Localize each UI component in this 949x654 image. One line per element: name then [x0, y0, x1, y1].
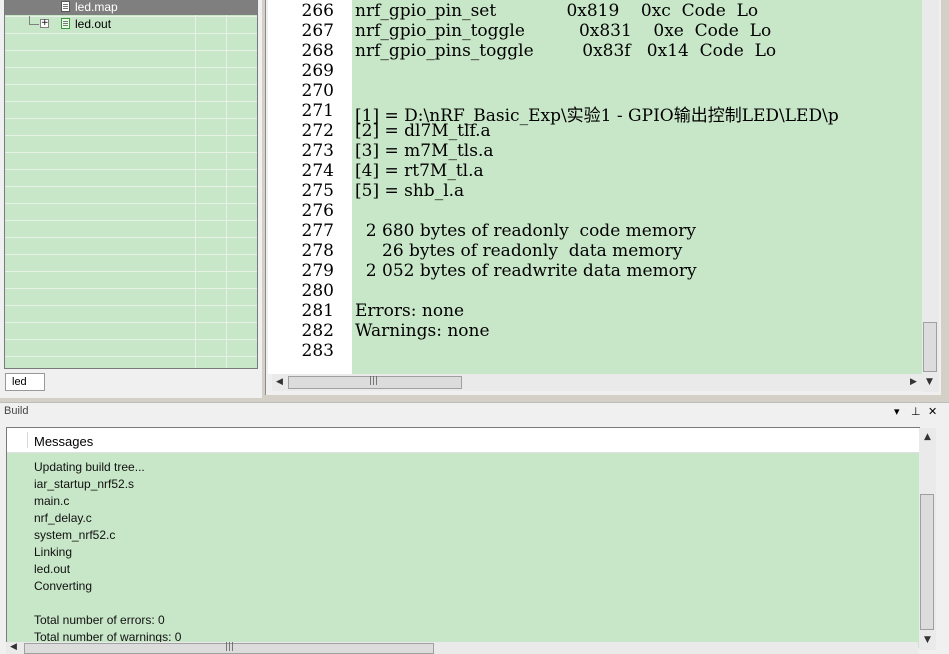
build-message[interactable]: Total number of errors: 0: [34, 613, 165, 627]
line-number: 267: [301, 21, 334, 41]
line-number: 275: [301, 181, 334, 201]
tree-item-label: led.out: [75, 17, 112, 31]
arrow-down-icon: ▼: [924, 635, 931, 645]
code-line: 2 052 bytes of readwrite data memory: [355, 261, 697, 281]
workspace-panel: led.map + led.out led: [0, 0, 262, 398]
tree-grid: [5, 0, 257, 368]
code-line: Errors: none: [355, 301, 465, 321]
editor-vertical-scrollbar[interactable]: [922, 0, 939, 374]
line-number: 272: [301, 121, 334, 141]
build-vscroll-thumb[interactable]: [920, 494, 934, 630]
tree-item-led-out[interactable]: + led.out: [5, 16, 257, 32]
code-line: nrf_gpio_pin_toggle 0x831 0xe Code Lo: [355, 21, 772, 41]
tree-item-label: led.map: [75, 0, 118, 14]
editor-hscroll-thumb[interactable]: |||: [288, 376, 462, 389]
line-number: 276: [301, 201, 334, 221]
line-number: 274: [301, 161, 334, 181]
tree-column-divider: [195, 0, 196, 368]
tree-column-divider: [226, 0, 227, 368]
code-line: 2 680 bytes of readonly code memory: [355, 221, 696, 241]
build-panel-title: Build: [4, 405, 29, 417]
tree-item-led-map[interactable]: led.map: [5, 0, 257, 15]
arrow-left-icon[interactable]: ◀: [10, 642, 17, 652]
code-line: [2] = dl7M_tlf.a: [355, 121, 491, 141]
map-file-icon: [61, 1, 70, 12]
build-message[interactable]: led.out: [34, 562, 70, 576]
header-divider: [27, 432, 28, 448]
arrow-up-icon[interactable]: ▲: [924, 432, 931, 442]
dropdown-icon[interactable]: ▾: [894, 405, 900, 418]
line-number: 282: [301, 321, 334, 341]
arrow-down-icon: ▼: [926, 377, 933, 387]
build-message[interactable]: iar_startup_nrf52.s: [34, 477, 134, 491]
workspace-tab-led[interactable]: led: [5, 373, 45, 391]
gutter-margin: [336, 0, 352, 374]
arrow-left-icon[interactable]: ◀: [276, 377, 283, 387]
code-line: [3] = m7M_tls.a: [355, 141, 494, 161]
line-number: 281: [301, 301, 334, 321]
line-number: 278: [301, 241, 334, 261]
line-number: 283: [301, 341, 334, 361]
build-panel-titlebar: Build ▾ ⊥ ✕: [0, 402, 949, 421]
grip-icon: |||: [369, 376, 379, 386]
tree-connector: [39, 7, 53, 8]
messages-column-header[interactable]: Messages: [7, 428, 919, 453]
pin-icon[interactable]: ⊥: [911, 405, 921, 418]
close-icon[interactable]: ✕: [928, 405, 937, 418]
build-hscroll-thumb[interactable]: |||: [24, 642, 434, 654]
line-number: 277: [301, 221, 334, 241]
line-number: 268: [301, 41, 334, 61]
tree-connector: [29, 24, 39, 25]
code-line: nrf_gpio_pin_set 0x819 0xc Code Lo: [355, 1, 759, 21]
messages-header-label: Messages: [34, 434, 94, 449]
build-message[interactable]: Linking: [34, 545, 72, 559]
build-panel: Messages Updating build tree... iar_start…: [0, 421, 949, 654]
build-vertical-scrollbar[interactable]: ▲: [919, 428, 936, 632]
line-number: 271: [301, 101, 334, 121]
expand-icon[interactable]: +: [40, 19, 49, 28]
line-number: 273: [301, 141, 334, 161]
line-number: 270: [301, 81, 334, 101]
line-number-gutter: 266 267 268 269 270 271 272 273 274 275 276 277 278 2…: [268, 0, 336, 374]
build-message[interactable]: Updating build tree...: [34, 460, 145, 474]
editor-pane[interactable]: 266 267 268 269 270 271 272 273 274 275 276 277 278 2…: [265, 0, 941, 395]
editor-horizontal-scrollbar[interactable]: ◀ ||| ▶: [272, 374, 922, 391]
code-line: Warnings: none: [355, 321, 490, 341]
grip-icon: |||: [225, 642, 235, 652]
build-messages-list[interactable]: Messages Updating build tree... iar_start…: [6, 427, 920, 648]
code-line: 26 bytes of readonly data memory: [355, 241, 683, 261]
build-horizontal-scrollbar[interactable]: ◀ |||: [6, 642, 918, 654]
build-message[interactable]: system_nrf52.c: [34, 528, 115, 542]
build-message[interactable]: nrf_delay.c: [34, 511, 92, 525]
build-scroll-down-button[interactable]: ▼: [919, 632, 936, 650]
output-file-icon: [61, 18, 70, 29]
code-line: nrf_gpio_pins_toggle 0x83f 0x14 Code Lo: [355, 41, 777, 61]
build-message[interactable]: Converting: [34, 579, 92, 593]
editor-vscroll-thumb[interactable]: [923, 322, 937, 372]
code-area[interactable]: nrf_gpio_pin_set 0x819 0xc Code Lo nrf_gp…: [352, 0, 922, 374]
workspace-tree: led.map + led.out: [4, 0, 258, 369]
line-number: 266: [301, 1, 334, 21]
line-number: 280: [301, 281, 334, 301]
line-number: 269: [301, 61, 334, 81]
line-number: 279: [301, 261, 334, 281]
tree-connector: [29, 16, 30, 24]
build-message[interactable]: main.c: [34, 494, 69, 508]
code-line: [5] = shb_l.a: [355, 181, 465, 201]
code-line: [4] = rt7M_tl.a: [355, 161, 484, 181]
scroll-down-button[interactable]: ▼: [922, 374, 939, 392]
arrow-right-icon[interactable]: ▶: [910, 377, 917, 387]
